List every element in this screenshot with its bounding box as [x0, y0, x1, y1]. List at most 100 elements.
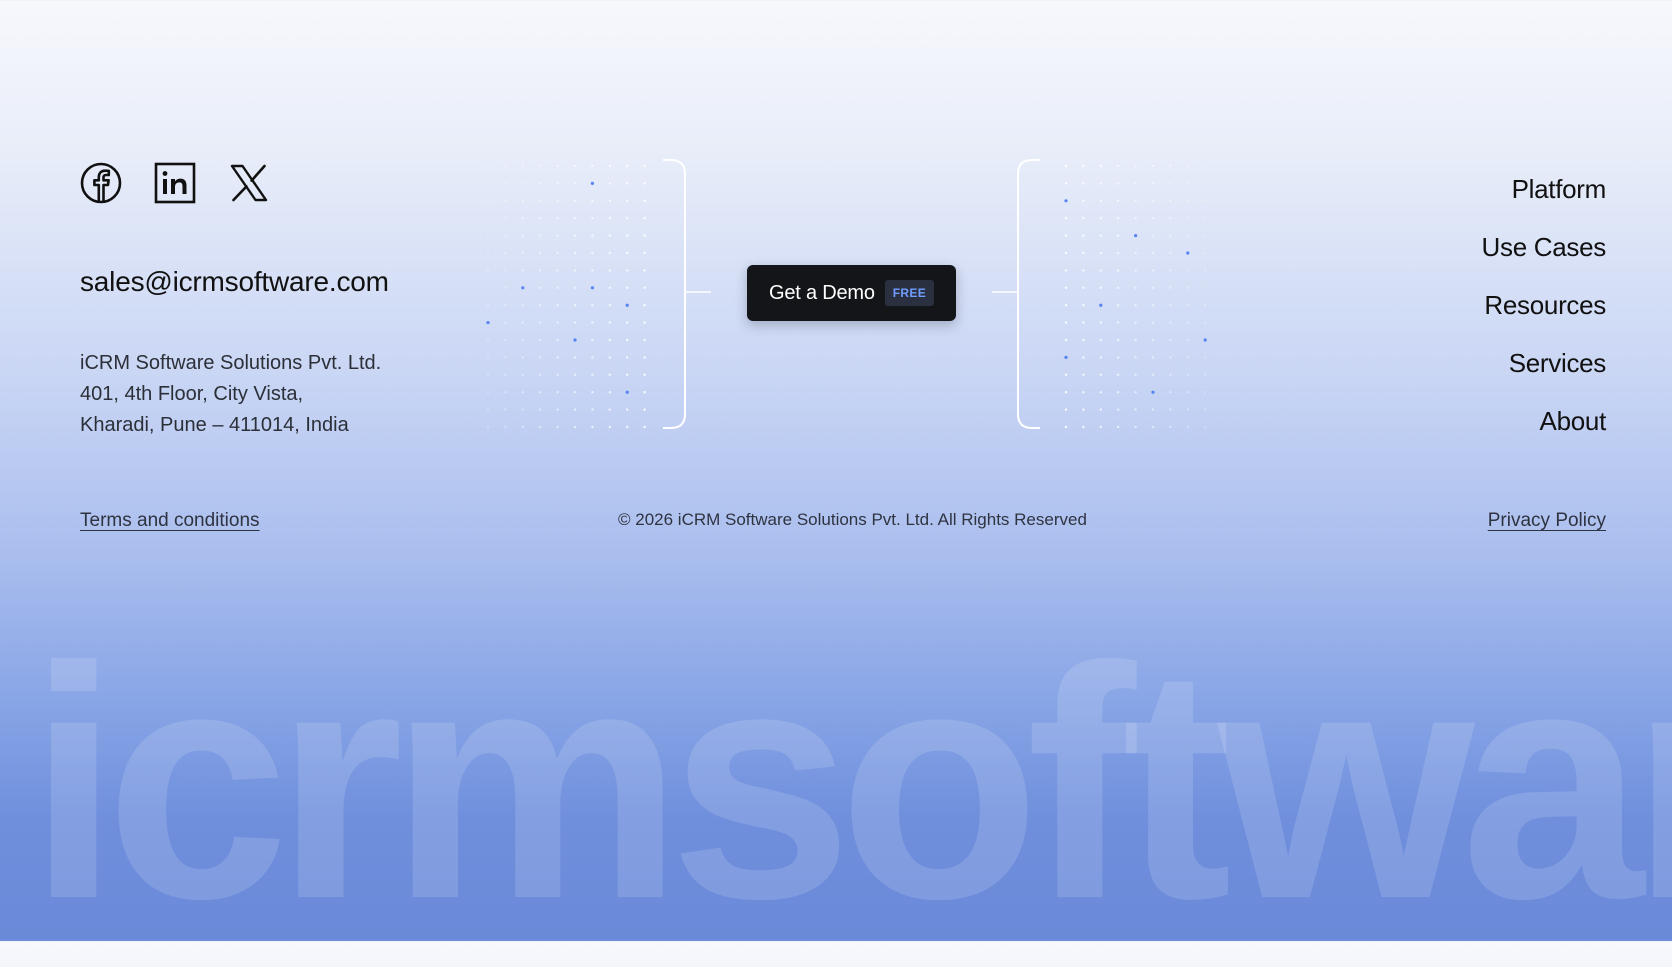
decorative-dot: [643, 269, 646, 272]
decorative-dot: [504, 391, 507, 394]
address-line: iCRM Software Solutions Pvt. Ltd.: [80, 352, 382, 374]
decorative-dot: [521, 425, 524, 429]
decorative-dot: [591, 373, 594, 376]
decorative-dot: [1064, 355, 1068, 359]
decorative-dot: [521, 234, 524, 237]
decorative-dot: [608, 338, 611, 342]
nav-item-use-cases[interactable]: Use Cases: [1482, 218, 1607, 276]
decorative-dot: [573, 164, 577, 168]
decorative-dot: [539, 338, 542, 342]
linkedin-icon[interactable]: [154, 162, 196, 204]
decorative-dot: [608, 408, 611, 411]
privacy-policy-link[interactable]: Privacy Policy: [1488, 510, 1606, 532]
decorative-dot: [539, 286, 542, 289]
nav-item-resources[interactable]: Resources: [1484, 276, 1606, 334]
decorative-dot: [1204, 182, 1207, 185]
decorative-dot: [1099, 164, 1102, 168]
decorative-dot: [1151, 182, 1155, 185]
decorative-dot: [1151, 251, 1155, 255]
decorative-dot: [1082, 199, 1085, 202]
decorative-dot: [486, 234, 490, 237]
decorative-dot: [556, 269, 559, 272]
decorative-dot: [573, 199, 577, 202]
nav-item-platform[interactable]: Platform: [1512, 160, 1607, 218]
get-demo-button[interactable]: Get a Demo FREE: [747, 265, 956, 321]
decorative-dot: [539, 321, 542, 324]
decorative-dot: [486, 373, 490, 376]
decorative-dot: [1169, 269, 1172, 272]
decorative-dot: [1099, 391, 1102, 394]
decorative-dot: [556, 234, 559, 237]
decorative-dot: [1134, 269, 1137, 272]
decorative-dot: [643, 391, 646, 394]
decorative-dot: [521, 199, 524, 202]
decorative-dot: [1186, 234, 1189, 237]
decorative-dot: [573, 217, 577, 220]
decorative-dot: [1204, 321, 1207, 324]
terms-link[interactable]: Terms and conditions: [80, 510, 260, 532]
decorative-dot: [1099, 373, 1102, 376]
decorative-dot: [608, 251, 611, 255]
decorative-dot: [1082, 373, 1085, 376]
x-icon[interactable]: [228, 162, 270, 204]
bracket-right-decoration: [992, 159, 1040, 429]
decorative-dot: [556, 391, 559, 394]
decorative-dot: [626, 286, 629, 289]
decorative-dot: [625, 303, 629, 307]
decorative-dot: [521, 408, 524, 411]
decorative-dot: [1117, 217, 1120, 220]
decorative-dot: [521, 356, 524, 359]
decorative-dot: [1082, 164, 1085, 168]
decorative-dot: [608, 356, 611, 359]
decorative-dot: [1134, 251, 1137, 255]
decorative-dot-grid-right: [1064, 164, 1207, 429]
decorative-dot: [1186, 251, 1190, 255]
nav-item-services[interactable]: Services: [1509, 334, 1607, 392]
decorative-dot: [1064, 182, 1068, 185]
decorative-dot: [1186, 217, 1189, 220]
decorative-dot: [1064, 217, 1068, 220]
email-link[interactable]: sales@icrmsoftware.com: [80, 266, 389, 298]
decorative-dot: [1151, 234, 1155, 237]
decorative-dot: [1169, 321, 1172, 324]
decorative-dot: [504, 234, 507, 237]
decorative-dot: [1204, 164, 1207, 168]
decorative-dot: [608, 164, 611, 168]
decorative-dot: [1204, 304, 1207, 307]
decorative-dot: [539, 373, 542, 376]
decorative-dot: [1117, 182, 1120, 185]
decorative-dot: [1134, 356, 1137, 359]
decorative-dot: [643, 425, 646, 429]
decorative-dot: [1134, 182, 1137, 185]
decorative-dot: [573, 234, 577, 237]
decorative-dot: [1186, 164, 1189, 168]
decorative-dot: [1151, 356, 1155, 359]
decorative-dot: [486, 408, 490, 411]
decorative-dot: [1082, 321, 1085, 324]
decorative-dot: [1186, 286, 1189, 289]
decorative-dot: [539, 234, 542, 237]
decorative-dot: [486, 269, 490, 272]
decorative-dot: [504, 338, 507, 342]
nav-item-about[interactable]: About: [1540, 392, 1607, 450]
decorative-dot: [1169, 251, 1172, 255]
decorative-dot: [1134, 286, 1137, 289]
decorative-dot: [608, 199, 611, 202]
decorative-dot: [608, 217, 611, 220]
decorative-dot: [1064, 425, 1068, 429]
decorative-dot: [486, 251, 490, 255]
decorative-dot: [643, 356, 646, 359]
decorative-dot: [643, 164, 646, 168]
decorative-dot: [1186, 373, 1189, 376]
decorative-dot: [573, 269, 577, 272]
decorative-dot: [1169, 373, 1172, 376]
decorative-dot: [504, 217, 507, 220]
decorative-dot: [1151, 304, 1155, 307]
decorative-dot: [521, 251, 524, 255]
decorative-dot: [556, 182, 559, 185]
decorative-dot: [1064, 338, 1068, 342]
decorative-dot: [504, 199, 507, 202]
decorative-dot: [539, 391, 542, 394]
facebook-icon[interactable]: [80, 162, 122, 204]
decorative-dot: [1099, 425, 1102, 429]
